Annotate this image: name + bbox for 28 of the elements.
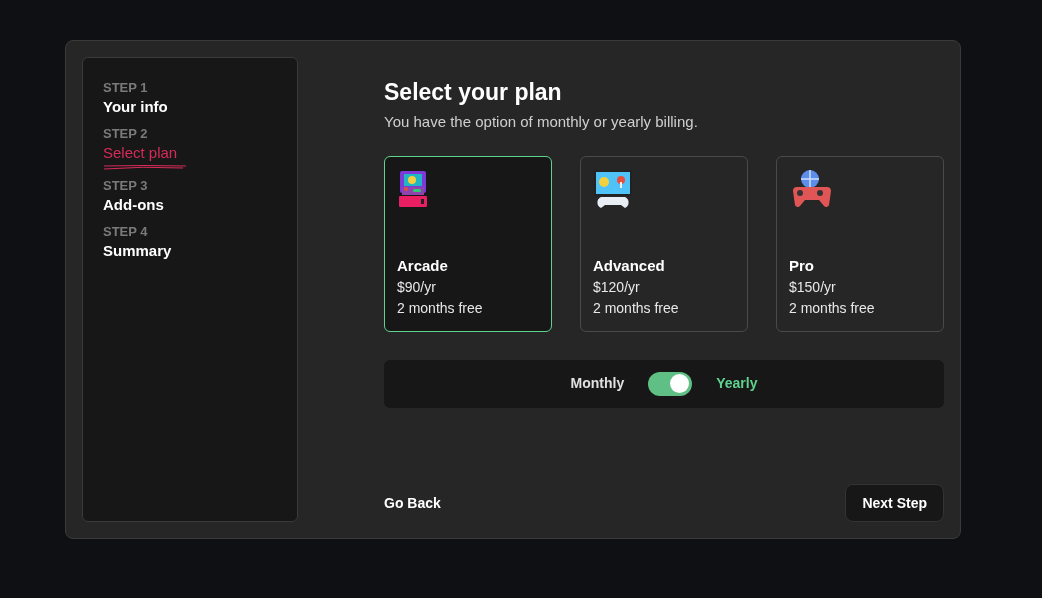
step-link[interactable]: Add-ons	[103, 194, 164, 216]
plan-note: 2 months free	[593, 298, 679, 318]
step-number: STEP 3	[103, 178, 149, 194]
yearly-label: Yearly	[716, 374, 758, 393]
plan-card[interactable]: Arcade $90/yr 2 months free	[384, 155, 552, 332]
plan-note: 2 months free	[397, 298, 483, 318]
step-number: STEP 4	[103, 224, 149, 240]
plan-price: $150/yr	[789, 277, 836, 297]
plan-card[interactable]: Advanced $120/yr 2 months free	[580, 155, 748, 332]
plan-name: Advanced	[593, 255, 665, 276]
page-subtitle: You have the option of monthly or yearly billing.	[384, 112, 699, 132]
arcade-machine-icon	[397, 168, 429, 209]
step-link[interactable]: Your info	[103, 96, 168, 118]
next-step-button[interactable]: Next Step	[845, 484, 944, 522]
go-back-button[interactable]: Go Back	[384, 492, 441, 514]
billing-toggle[interactable]	[648, 371, 693, 396]
step-link[interactable]: Select plan	[103, 142, 178, 164]
step-number: STEP 1	[103, 80, 149, 96]
step-link[interactable]: Summary	[103, 240, 172, 262]
plan-note: 2 months free	[789, 298, 875, 318]
plan-price: $90/yr	[397, 277, 436, 297]
plan-name: Pro	[789, 255, 814, 276]
monthly-label: Monthly	[570, 374, 625, 393]
plan-price: $120/yr	[593, 277, 640, 297]
plan-card[interactable]: Pro $150/yr 2 months free	[776, 155, 944, 332]
plan-name: Arcade	[397, 255, 448, 276]
page-heading: Select your plan	[384, 78, 563, 107]
step-number: STEP 2	[103, 126, 149, 142]
